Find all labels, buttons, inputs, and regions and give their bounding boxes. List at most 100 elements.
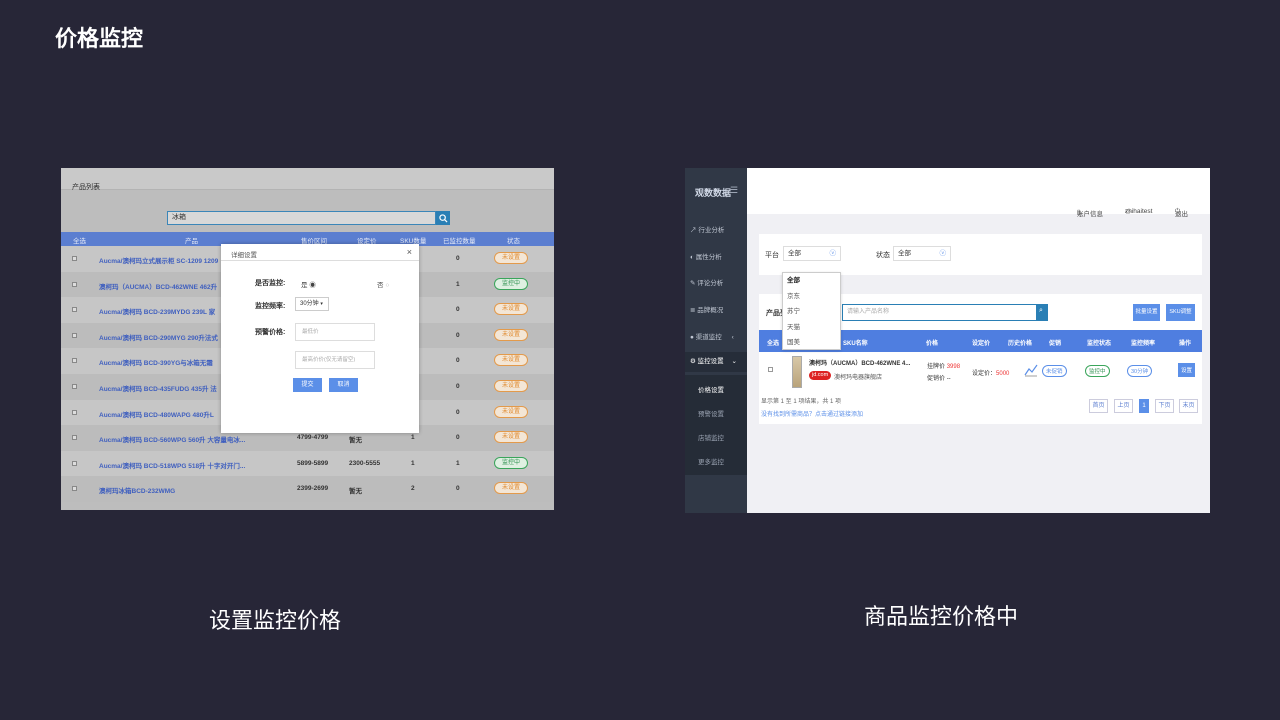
dropdown-option-gome[interactable]: 国美 — [783, 335, 840, 351]
search-button[interactable]: ⌕ — [1037, 304, 1048, 321]
product-name[interactable]: Aucma/澳柯玛 BCD-435FUDG 435升 法 — [99, 383, 217, 393]
sku-count: 1 — [411, 459, 415, 467]
status-badge[interactable]: 监控中 — [494, 456, 528, 469]
submenu-store-monitor[interactable]: 店铺监控 — [698, 432, 724, 442]
monitored-count: 0 — [456, 408, 460, 416]
status-badge[interactable]: 未设置 — [494, 405, 528, 418]
menu-toggle-icon[interactable]: ☰ — [730, 185, 738, 196]
max-price-input[interactable]: 最高价价(仅无请留空) — [295, 351, 375, 369]
product-name[interactable]: Aucma/澳柯玛 BCD-290MYG 290升法式 — [99, 332, 218, 342]
status-badge[interactable]: 未设置 — [494, 379, 528, 392]
col-select-all[interactable]: 全选 — [73, 235, 86, 245]
top-bar: ▯ 账户信息 ⚇ zhihaitest ⏻ 退出 — [747, 168, 1210, 218]
sidebar-item-industry[interactable]: ↗ 行业分析 — [690, 224, 724, 234]
set-price: 暂无 — [349, 488, 362, 496]
page-last[interactable]: 末页 — [1179, 399, 1198, 413]
dropdown-option-jd[interactable]: 京东 — [783, 289, 840, 305]
cancel-button[interactable]: 取消 — [329, 378, 358, 392]
row-checkbox[interactable] — [72, 281, 77, 287]
history-chart-icon[interactable] — [1024, 363, 1038, 377]
row-checkbox[interactable] — [72, 409, 77, 415]
product-name[interactable]: 澳柯玛（AUCMA）BCD-462WNE 462升 — [99, 281, 217, 291]
table-row: Aucma/澳柯玛 BCD-518WPG 518升 十字对开门... 5899-5… — [61, 450, 554, 477]
monitored-count: 0 — [456, 331, 460, 339]
product-name[interactable]: Aucma/澳柯玛 BCD-239MYDG 239L 家 — [99, 306, 215, 316]
sidebar-item-review[interactable]: ✎ 评论分析 — [690, 277, 723, 287]
sidebar-item-attribute[interactable]: ◐ 属性分析 — [690, 251, 722, 261]
row-checkbox[interactable] — [72, 256, 77, 261]
dropdown-option-tmall[interactable]: 天猫 — [783, 320, 840, 336]
submenu-alert-settings[interactable]: 预警设置 — [698, 408, 724, 418]
row-checkbox[interactable] — [72, 358, 77, 364]
sidebar-item-monitor-settings[interactable]: ⚙ 监控设置 ⌄ — [685, 352, 747, 372]
promo-price: 促销价 -- — [927, 373, 951, 382]
row-settings-button[interactable]: 设置 — [1178, 363, 1196, 377]
sku-name[interactable]: 澳柯玛（AUCMA）BCD-462WNE 4... — [809, 358, 910, 367]
row-checkbox[interactable] — [72, 486, 77, 492]
status-badge[interactable]: 监控中 — [494, 277, 528, 290]
caption-left: 设置监控价格 — [209, 609, 342, 634]
list-price: 挂牌价 3998 — [927, 361, 960, 370]
col-promotion: 促销 — [1049, 341, 1062, 347]
pie-icon: ◐ — [690, 254, 694, 261]
close-icon[interactable]: × — [407, 247, 412, 257]
product-name[interactable]: Aucma/澳柯玛 BCD-480WAPG 480升L — [99, 409, 214, 419]
col-monitor-status: 监控状态 — [1087, 341, 1112, 347]
platform-select[interactable]: 全部 ⓥ — [783, 246, 841, 261]
sku-adjust-button[interactable]: SKU调整 — [1166, 304, 1195, 321]
status-badge[interactable]: 未设置 — [494, 354, 528, 367]
sidebar-item-brand[interactable]: ≣ 品牌概况 — [690, 304, 723, 314]
batch-settings-button[interactable]: 批量设置 — [1133, 304, 1160, 321]
status-badge[interactable]: 未设置 — [494, 328, 528, 341]
search-button[interactable] — [436, 211, 450, 225]
product-name[interactable]: 澳柯玛冰箱BCD-232WMG — [99, 485, 175, 495]
search-icon: ⌕ — [1039, 307, 1043, 314]
status-badge[interactable]: 未设置 — [494, 482, 528, 495]
page-first[interactable]: 首页 — [1089, 399, 1108, 413]
dialog-header: 详细设置 × — [221, 244, 419, 261]
product-name[interactable]: Aucma/澳柯玛立式展示柜 SC-1209 1209 — [99, 255, 218, 265]
yes-label: 是 — [301, 282, 308, 289]
monitored-count: 0 — [456, 382, 460, 390]
frequency-value: 30分钟 — [300, 301, 319, 307]
list-price-value: 3998 — [946, 364, 961, 370]
sidebar-item-channel[interactable]: ● 渠道监控 ‹ — [690, 331, 734, 341]
product-name[interactable]: Aucma/澳柯玛 BCD-560WPG 560升 大容量电冰... — [99, 434, 245, 444]
row-checkbox[interactable] — [72, 383, 77, 389]
monitor-no-radio[interactable]: 否 ○ — [377, 279, 389, 289]
dropdown-option-all[interactable]: 全部 — [783, 273, 840, 289]
add-by-link[interactable]: 没有找到所需商品？点击通过链接添加 — [761, 409, 863, 418]
submenu-more-monitor[interactable]: 更多监控 — [698, 456, 724, 466]
row-checkbox[interactable] — [72, 307, 77, 313]
submit-button[interactable]: 提交 — [293, 378, 322, 392]
row-checkbox[interactable] — [72, 332, 77, 338]
row-checkbox[interactable] — [72, 460, 77, 466]
promo-price-value: -- — [946, 376, 951, 382]
row-checkbox[interactable] — [768, 367, 773, 372]
page-1[interactable]: 1 — [1139, 399, 1149, 413]
platform-value: 全部 — [788, 250, 801, 257]
status-badge[interactable]: 未设置 — [494, 431, 528, 444]
col-select-all[interactable]: 全选 — [767, 338, 779, 347]
top-band — [61, 168, 554, 190]
frequency-select[interactable]: 30分钟 ▾ — [295, 297, 329, 311]
price-range: 5899-5899 — [297, 459, 329, 467]
monitor-status-badge: 监控中 — [1085, 365, 1110, 377]
product-search-input[interactable]: 请输入产品名称 — [842, 304, 1037, 321]
dropdown-option-suning[interactable]: 苏宁 — [783, 304, 840, 320]
store-name: 澳柯玛电器旗舰店 — [834, 375, 883, 381]
status-badge[interactable]: 未设置 — [494, 303, 528, 316]
monitor-yes-radio[interactable]: 是 ◉ — [301, 279, 316, 289]
submenu-price-settings[interactable]: 价格设置 — [698, 384, 724, 394]
col-history-price: 历史价格 — [1008, 341, 1033, 347]
page-next[interactable]: 下页 — [1155, 399, 1174, 413]
page-prev[interactable]: 上页 — [1114, 399, 1133, 413]
product-name[interactable]: Aucma/澳柯玛 BCD-390YG与冰箱无霜 — [99, 357, 213, 367]
min-price-input[interactable]: 最低价 — [295, 323, 375, 341]
search-input[interactable]: 冰箱 — [167, 211, 436, 225]
row-checkbox[interactable] — [72, 435, 77, 441]
status-select[interactable]: 全部 ⓥ — [893, 246, 951, 261]
brand-logo: 观数数据 — [695, 188, 732, 198]
status-badge[interactable]: 未设置 — [494, 252, 528, 264]
product-name[interactable]: Aucma/澳柯玛 BCD-518WPG 518升 十字对开门... — [99, 460, 245, 470]
